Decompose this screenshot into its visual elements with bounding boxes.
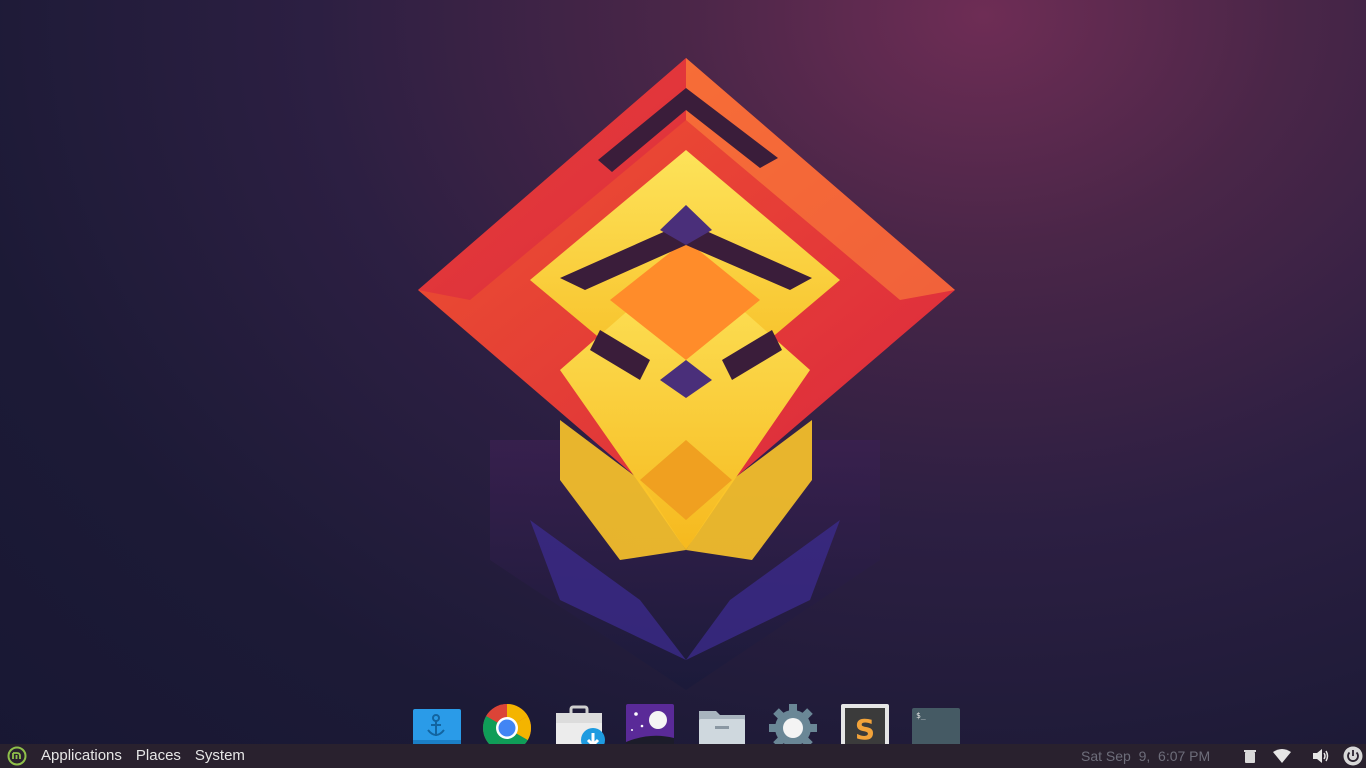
trash-icon[interactable] [1242,744,1258,768]
svg-text:$_: $_ [916,711,926,720]
menu-system[interactable]: System [188,744,252,768]
wifi-icon[interactable] [1272,744,1292,768]
power-icon[interactable] [1342,744,1364,768]
svg-text:S: S [854,713,874,746]
clock[interactable]: Sat Sep 9, 6:07 PM [1081,744,1210,768]
bottom-panel: Applications Places System Sat Sep 9, 6:… [0,744,1366,768]
mint-menu-icon[interactable] [6,745,28,767]
menu-places[interactable]: Places [129,744,188,768]
volume-icon[interactable] [1312,744,1330,768]
desktop-wallpaper [418,58,955,690]
menu-applications[interactable]: Applications [34,744,129,768]
